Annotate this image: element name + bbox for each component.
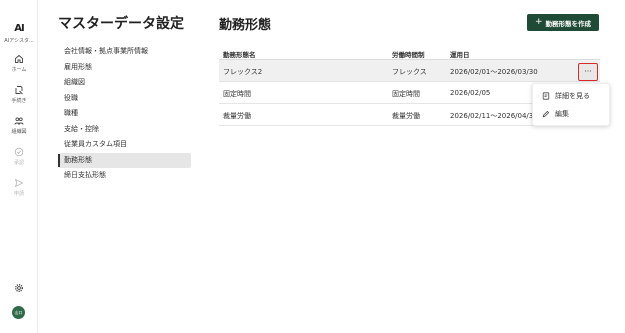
rail-item-home[interactable]: ホーム <box>0 54 38 73</box>
pencil-icon <box>542 111 549 118</box>
context-menu: 詳細を見る 編集 <box>532 83 610 126</box>
nav-item-work-style[interactable]: 勤務形態 <box>58 152 191 168</box>
column-header-period: 運用日 <box>450 51 470 59</box>
brand-logo: AI <box>14 23 24 34</box>
cell-period: 2026/02/01〜2026/03/30 <box>450 68 538 76</box>
settings-title: マスターデータ設定 <box>58 16 184 32</box>
document-icon <box>15 86 23 95</box>
cell-period: 2026/02/05 <box>450 89 491 97</box>
nav-item-position[interactable]: 役職 <box>58 91 191 107</box>
cell-name: フレックス2 <box>223 68 263 76</box>
rail-label: 手続き <box>11 98 27 104</box>
nav-item-job-type[interactable]: 職種 <box>58 106 191 122</box>
brand-name: AIアシスタ... <box>4 38 34 44</box>
cell-name: 裁量労働 <box>223 112 251 120</box>
rail-label: 承認 <box>13 160 24 166</box>
nav-item-company[interactable]: 会社情報・拠点事業所情報 <box>58 44 191 60</box>
rail-item-request[interactable]: 申請 <box>0 178 38 197</box>
cell-period: 2026/02/11〜2026/04/30 <box>450 112 538 120</box>
nav-item-closing-payment[interactable]: 締日支払形態 <box>58 168 191 184</box>
rail-label: 組織図 <box>11 129 27 135</box>
menu-item-view-details[interactable]: 詳細を見る <box>533 87 609 105</box>
document-view-icon <box>542 92 550 100</box>
cell-system: フレックス <box>392 68 427 76</box>
nav-item-employment-type[interactable]: 雇用形態 <box>58 60 191 76</box>
column-header-system: 労働時間制 <box>392 51 425 59</box>
rail-item-approval[interactable]: 承認 <box>0 147 38 166</box>
people-icon <box>14 117 24 125</box>
brand[interactable]: AI AIアシスタ... <box>0 23 38 45</box>
nav-item-org-chart[interactable]: 組織図 <box>58 75 191 91</box>
table-header: 勤務形態名 労働時間制 運用日 <box>219 46 600 60</box>
settings-button[interactable] <box>0 283 38 293</box>
rail-label: ホーム <box>11 67 27 73</box>
gear-icon <box>15 284 23 292</box>
cell-system: 固定時間 <box>392 90 420 98</box>
menu-item-edit[interactable]: 編集 <box>533 105 609 123</box>
column-header-name: 勤務形態名 <box>223 51 256 59</box>
check-circle-icon <box>14 147 24 157</box>
create-button-label: 勤務形態を作成 <box>545 19 592 28</box>
cell-name: 固定時間 <box>223 90 251 98</box>
page-title: 勤務形態 <box>219 18 272 33</box>
rail-label: 申請 <box>13 191 24 197</box>
more-actions-button[interactable]: ··· <box>578 63 598 81</box>
send-icon <box>15 179 23 187</box>
nav-item-custom-fields[interactable]: 従業員カスタム項目 <box>58 137 191 153</box>
home-icon <box>15 55 23 63</box>
rail-item-org-chart[interactable]: 組織図 <box>0 116 38 135</box>
left-rail: AI AIアシスタ... ホーム 手続き 組織図 承認 申請 山口 <box>0 0 38 333</box>
settings-nav: 会社情報・拠点事業所情報 雇用形態 組織図 役職 職種 支給・控除 従業員カスタ… <box>58 44 191 184</box>
rail-item-procedures[interactable]: 手続き <box>0 85 38 104</box>
cell-system: 裁量労働 <box>392 112 420 120</box>
menu-item-label: 編集 <box>555 110 569 118</box>
nav-item-pay-deduction[interactable]: 支給・控除 <box>58 122 191 138</box>
plus-icon: + <box>534 17 543 27</box>
menu-item-label: 詳細を見る <box>555 92 590 100</box>
create-work-style-button[interactable]: + 勤務形態を作成 <box>527 14 599 31</box>
table-row[interactable]: フレックス2 フレックス 2026/02/01〜2026/03/30 <box>219 60 600 82</box>
avatar[interactable]: 山口 <box>12 306 25 319</box>
